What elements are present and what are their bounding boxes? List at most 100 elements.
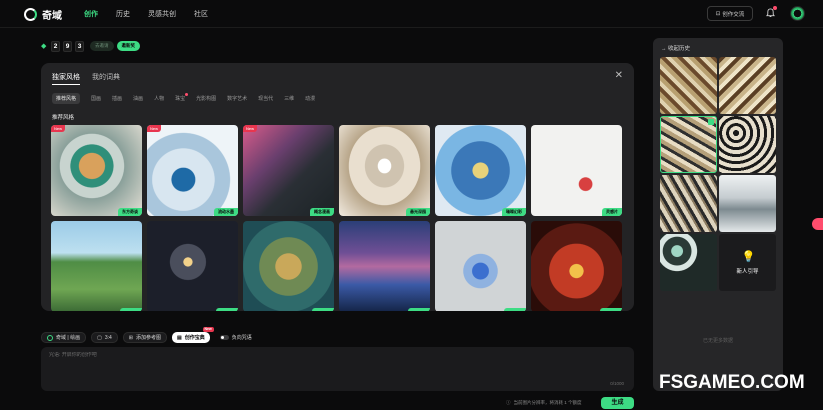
ratio-selector[interactable]: ▢ 3:4: [91, 332, 118, 343]
plus-icon: ⊞: [128, 334, 133, 341]
newbie-guide-card[interactable]: 💡 新人引导: [719, 234, 776, 291]
category-item[interactable]: 国画: [91, 93, 101, 104]
reference-label: 添加参考图: [135, 335, 161, 341]
style-card[interactable]: New 流动水墨: [147, 125, 238, 216]
invite-reward-button[interactable]: 邀新奖: [116, 41, 140, 51]
history-grid: 💡 新人引导: [660, 57, 776, 291]
char-count: 0/1000: [610, 381, 624, 386]
style-card[interactable]: New 概念漫画: [243, 125, 334, 216]
counter-digit: 3: [75, 40, 84, 52]
style-card-label: 悬光深园: [406, 208, 430, 216]
creation-guide-button[interactable]: ▤ 创作宝典 New: [171, 327, 214, 343]
notification-dot: [773, 6, 777, 10]
category-item[interactable]: 油画: [133, 93, 143, 104]
ratio-icon: ▢: [97, 334, 102, 341]
history-thumbnail[interactable]: [719, 57, 776, 114]
add-reference-button[interactable]: ⊞ 添加参考图: [122, 332, 167, 343]
create-exchange-button[interactable]: ⊡ 创作交流: [707, 6, 753, 21]
cost-note: ⓘ 当前图片分辨率，将消耗 1 个额度: [506, 400, 582, 406]
category-item[interactable]: 人物: [154, 93, 164, 104]
prompt-box: 0/1000: [41, 347, 634, 391]
style-card[interactable]: [531, 221, 622, 311]
style-card-label-bar: [120, 308, 142, 311]
nav-item-community[interactable]: 社区: [194, 9, 208, 19]
nav-item-history[interactable]: 历史: [116, 9, 130, 19]
category-item[interactable]: 数字艺术: [227, 93, 247, 104]
panel-tabs: 独家风格 我的词典: [52, 72, 120, 85]
nav-item-inspiration[interactable]: 灵感共创: [148, 9, 176, 19]
style-grid: New 东方奇谈 New 流动水墨 New 概念漫画 悬光深园 璀璨幻彩 灵感片: [51, 125, 622, 311]
tab-exclusive-styles[interactable]: 独家风格: [52, 72, 80, 85]
new-badge: New: [243, 125, 258, 132]
category-item[interactable]: 现当代: [258, 93, 273, 104]
no-more-data: 已无更多数据: [702, 338, 733, 344]
side-float-tab[interactable]: [812, 218, 823, 230]
category-item[interactable]: 动漫: [305, 93, 315, 104]
category-recommended[interactable]: 推荐风格: [52, 93, 81, 104]
book-icon: ▤: [176, 334, 182, 341]
tab-my-dictionary[interactable]: 我的词典: [92, 72, 120, 85]
toggle-label: 负向咒语: [231, 335, 252, 341]
history-thumbnail[interactable]: [660, 175, 717, 232]
style-card[interactable]: [339, 221, 430, 311]
selected-badge: [708, 119, 714, 125]
new-badge: New: [51, 125, 66, 132]
info-icon: ⓘ: [506, 400, 511, 405]
section-title: 推荐风格: [52, 115, 75, 121]
style-card[interactable]: [51, 221, 142, 311]
app-name: 奇域: [42, 11, 62, 22]
arrow-right-icon: →: [661, 46, 667, 52]
style-card-label-bar: [600, 308, 622, 311]
style-card[interactable]: 悬光深园: [339, 125, 430, 216]
style-card-label: 概念漫画: [310, 208, 334, 216]
collapse-history-button[interactable]: → 收起历史: [661, 44, 690, 52]
counter-digit: 9: [63, 40, 72, 52]
credit-counter: ◆ 2 9 3 去邀请 邀新奖: [41, 40, 140, 52]
style-card[interactable]: New 东方奇谈: [51, 125, 142, 216]
style-card[interactable]: [435, 221, 526, 311]
category-filter: 推荐风格 国画 插画 油画 人物 珠宝 光影构图 数字艺术 现当代 三维 动漫: [52, 93, 315, 104]
category-item[interactable]: 三维: [284, 93, 294, 104]
toggle-switch[interactable]: [219, 335, 229, 340]
history-thumbnail[interactable]: [719, 175, 776, 232]
history-panel: → 收起历史 💡 新人引导 已无更多数据: [653, 38, 783, 391]
watermark: FSGAMEO.COM: [659, 372, 805, 393]
category-item[interactable]: 插画: [112, 93, 122, 104]
cost-note-text: 当前图片分辨率，将消耗 1 个额度: [513, 400, 582, 405]
history-thumbnail[interactable]: [719, 116, 776, 173]
style-card-label: 流动水墨: [214, 208, 238, 216]
style-card[interactable]: 灵感片: [531, 125, 622, 216]
negative-prompt-toggle[interactable]: 负向咒语: [215, 332, 257, 343]
nav-item-create[interactable]: 创作: [84, 9, 98, 19]
style-card[interactable]: [147, 221, 238, 311]
lightbulb-icon: 💡: [741, 250, 756, 263]
chat-icon: ⊡: [715, 10, 721, 17]
user-avatar[interactable]: [790, 6, 805, 21]
invite-button[interactable]: 去邀请: [90, 41, 114, 51]
style-card-label: 灵感片: [602, 208, 622, 216]
style-card[interactable]: 璀璨幻彩: [435, 125, 526, 216]
history-thumbnail[interactable]: [660, 57, 717, 114]
model-icon: [47, 334, 53, 341]
main-nav: 创作 历史 灵感共创 社区: [84, 9, 208, 19]
style-card-label-bar: [408, 308, 430, 311]
style-card-label: 东方奇谈: [118, 208, 142, 216]
prompt-toolbar: 奇域 | 绘画 ▢ 3:4 ⊞ 添加参考图 ▤ 创作宝典 New 负向咒语: [41, 327, 257, 343]
style-card-label-bar: [216, 308, 238, 311]
close-icon[interactable]: ✕: [615, 70, 623, 81]
history-thumbnail[interactable]: [660, 116, 717, 173]
newbie-guide-label: 新人引导: [736, 268, 759, 275]
prompt-input[interactable]: [49, 352, 349, 358]
category-item[interactable]: 珠宝: [175, 93, 189, 104]
new-badge: New: [202, 327, 214, 332]
style-card[interactable]: [243, 221, 334, 311]
history-thumbnail[interactable]: [660, 234, 717, 291]
counter-digit: 2: [51, 40, 60, 52]
category-item[interactable]: 光影构图: [196, 93, 216, 104]
model-selector[interactable]: 奇域 | 绘画: [41, 332, 87, 343]
new-badge: New: [147, 125, 162, 132]
model-label: 奇域 | 绘画: [56, 335, 81, 341]
app-logo[interactable]: 奇域: [24, 7, 62, 22]
style-picker-panel: 独家风格 我的词典 ✕ 推荐风格 国画 插画 油画 人物 珠宝 光影构图 数字艺…: [41, 63, 634, 311]
generate-button[interactable]: 生成: [601, 397, 634, 409]
